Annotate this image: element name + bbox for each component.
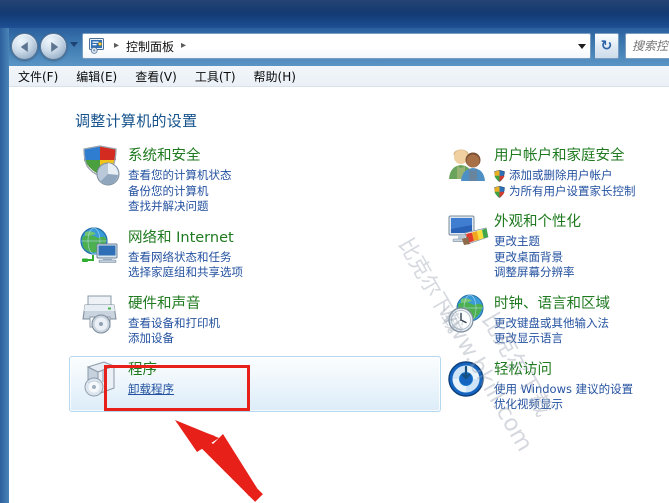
menu-bar: 文件(F) 编辑(E) 查看(V) 工具(T) 帮助(H) (9, 66, 669, 87)
sublink-view-computer-status[interactable]: 查看您的计算机状态 (128, 168, 436, 184)
category-title[interactable]: 程序 (128, 361, 157, 380)
category-user-accounts-and-family-safety[interactable]: 用户帐户和家庭安全 添加或删除用户帐户 为所有用户设置家长控制 (439, 142, 669, 206)
breadcrumb-separator-0[interactable]: ▸ (109, 41, 124, 51)
search-box[interactable] (625, 33, 669, 59)
menu-view[interactable]: 查看(V) (126, 66, 186, 87)
refresh-button[interactable]: ↻ (595, 33, 619, 59)
forward-chevron-icon (50, 41, 58, 52)
sublink-view-network-status[interactable]: 查看网络状态和任务 (128, 250, 436, 266)
users-icon (446, 145, 490, 187)
forward-button[interactable] (40, 33, 67, 60)
sublink-add-device[interactable]: 添加设备 (128, 331, 436, 347)
sublink-add-remove-user-accounts[interactable]: 添加或删除用户帐户 (494, 168, 666, 184)
sublink-change-display-language[interactable]: 更改显示语言 (494, 331, 666, 347)
sublink-backup-computer[interactable]: 备份您的计算机 (128, 184, 436, 200)
category-title[interactable]: 轻松访问 (494, 361, 552, 380)
category-clock-language-and-region[interactable]: 时钟、语言和区域 更改键盘或其他输入法 更改显示语言 (439, 290, 669, 354)
sublink-label: 添加或删除用户帐户 (509, 168, 613, 182)
category-column-left: 系统和安全 查看您的计算机状态 备份您的计算机 查找并解决问题 网络和 Inte… (69, 142, 441, 414)
sublink-find-and-fix-problems[interactable]: 查找并解决问题 (128, 199, 436, 215)
category-programs[interactable]: 程序 卸载程序 (69, 355, 441, 412)
navigation-toolbar: ▸ 控制面板 ▸ ↻ (9, 30, 669, 62)
menu-edit[interactable]: 编辑(E) (67, 66, 126, 87)
category-hardware-and-sound[interactable]: 硬件和声音 查看设备和打印机 添加设备 (69, 290, 441, 354)
category-system-and-security[interactable]: 系统和安全 查看您的计算机状态 备份您的计算机 查找并解决问题 (69, 142, 441, 222)
control-panel-icon (89, 38, 106, 54)
sublink-view-devices-and-printers[interactable]: 查看设备和打印机 (128, 316, 436, 332)
category-network-and-internet[interactable]: 网络和 Internet 查看网络状态和任务 选择家庭组和共享选项 (69, 224, 441, 288)
category-ease-of-access[interactable]: 轻松访问 使用 Windows 建议的设置 优化视频显示 (439, 356, 669, 420)
refresh-icon: ↻ (600, 38, 613, 54)
control-panel-window: ▸ 控制面板 ▸ ↻ 文件(F) 编辑(E) 查看(V) 工具(T) 帮助(H)… (0, 0, 669, 503)
window-left-border (0, 28, 9, 503)
category-title[interactable]: 用户帐户和家庭安全 (494, 147, 625, 166)
recent-pages-chevron-down-icon[interactable] (70, 42, 78, 47)
category-title[interactable]: 系统和安全 (128, 147, 201, 166)
category-column-right: 用户帐户和家庭安全 添加或删除用户帐户 为所有用户设置家长控制 外观和个性化 更… (439, 142, 669, 422)
breadcrumb[interactable]: ▸ 控制面板 ▸ (106, 34, 574, 58)
category-title[interactable]: 网络和 Internet (128, 229, 234, 248)
back-button[interactable] (11, 33, 38, 60)
title-bar (0, 0, 669, 28)
sublink-use-windows-recommended-settings[interactable]: 使用 Windows 建议的设置 (494, 382, 666, 398)
sublink-optimize-visual-display[interactable]: 优化视频显示 (494, 397, 666, 413)
breadcrumb-separator-1[interactable]: ▸ (176, 41, 191, 51)
monitor-palette-icon (446, 211, 490, 253)
address-bar[interactable]: ▸ 控制面板 ▸ (82, 33, 591, 59)
globe-clock-icon (446, 293, 490, 335)
menu-help[interactable]: 帮助(H) (245, 66, 305, 87)
menu-tools[interactable]: 工具(T) (186, 66, 245, 87)
printer-icon (78, 293, 122, 335)
menu-file[interactable]: 文件(F) (9, 66, 67, 87)
uac-shield-icon (494, 169, 505, 183)
category-title[interactable]: 硬件和声音 (128, 295, 201, 314)
programs-box-icon (78, 359, 122, 401)
address-dropdown-chevron-down-icon[interactable] (574, 34, 590, 58)
uac-shield-icon (494, 185, 505, 198)
shield-icon (78, 145, 122, 187)
control-panel-content: 调整计算机的设置 系统和安全 查看您的计算机状态 备份您的计算机 查找并解决问题… (9, 87, 669, 503)
sublink-change-keyboards-input[interactable]: 更改键盘或其他输入法 (494, 316, 666, 332)
sublink-homegroup-sharing[interactable]: 选择家庭组和共享选项 (128, 265, 436, 281)
sublink-change-theme[interactable]: 更改主题 (494, 234, 666, 250)
breadcrumb-item-control-panel[interactable]: 控制面板 (124, 37, 176, 56)
back-chevron-icon (20, 41, 28, 52)
ease-of-access-icon (446, 359, 490, 401)
category-title[interactable]: 外观和个性化 (494, 213, 581, 232)
category-title[interactable]: 时钟、语言和区域 (494, 295, 610, 314)
category-appearance-and-personalization[interactable]: 外观和个性化 更改主题 更改桌面背景 调整屏幕分辨率 (439, 208, 669, 288)
page-title: 调整计算机的设置 (75, 112, 198, 130)
search-input[interactable] (626, 34, 669, 58)
globe-network-icon (78, 226, 122, 269)
sublink-change-desktop-background[interactable]: 更改桌面背景 (494, 250, 666, 266)
sublink-uninstall-program[interactable]: 卸载程序 (128, 382, 436, 398)
sublink-adjust-screen-resolution[interactable]: 调整屏幕分辨率 (494, 265, 666, 281)
sublink-set-parental-controls[interactable]: 为所有用户设置家长控制 (494, 184, 666, 200)
sublink-label: 为所有用户设置家长控制 (509, 183, 636, 198)
category-columns: 系统和安全 查看您的计算机状态 备份您的计算机 查找并解决问题 网络和 Inte… (9, 142, 669, 502)
